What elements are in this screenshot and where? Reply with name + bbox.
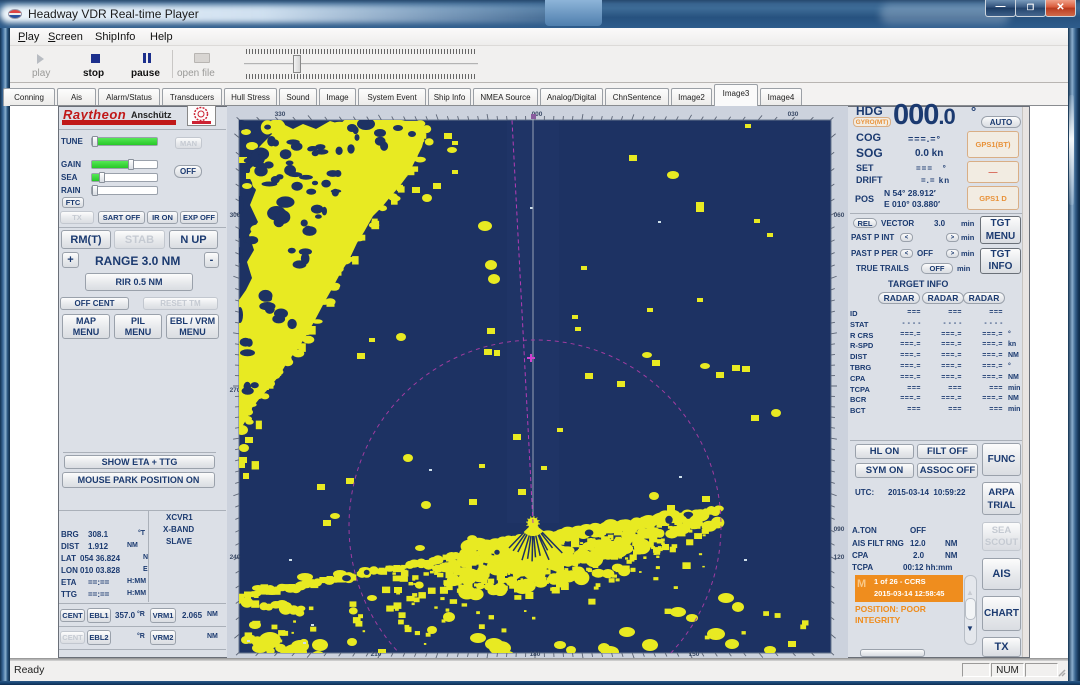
svg-text:060: 060 <box>834 212 845 219</box>
svg-text:240: 240 <box>230 554 241 561</box>
svg-text:030: 030 <box>788 111 799 118</box>
svg-text:150: 150 <box>689 651 700 658</box>
svg-text:090: 090 <box>834 526 845 533</box>
svg-text:120: 120 <box>834 554 845 561</box>
svg-text:330: 330 <box>275 111 286 118</box>
svg-text:180: 180 <box>530 651 541 658</box>
